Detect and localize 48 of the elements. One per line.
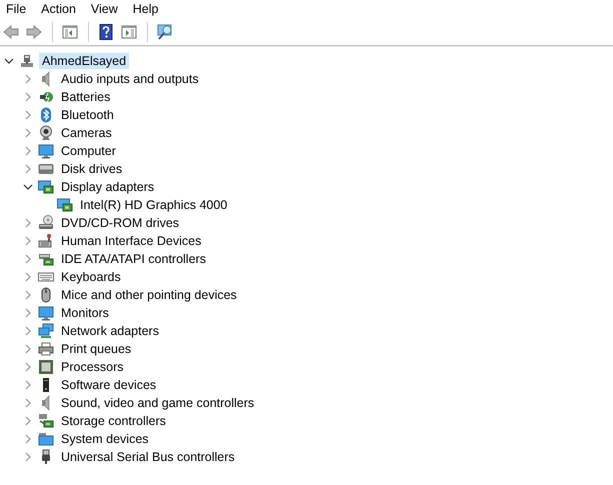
- network-monitors-icon: [38, 323, 54, 339]
- menu-item[interactable]: View: [84, 2, 127, 16]
- action-pane-icon[interactable]: [121, 24, 137, 40]
- tree-item[interactable]: Universal Serial Bus controllers: [58, 449, 238, 465]
- battery-icon: [38, 89, 54, 105]
- tree-item[interactable]: Storage controllers: [58, 413, 169, 429]
- display-card-icon: [57, 197, 73, 213]
- tree-item[interactable]: Network adapters: [58, 323, 162, 339]
- tree-item[interactable]: Audio inputs and outputs: [58, 71, 202, 87]
- processor-icon: [38, 359, 54, 375]
- storage-controller-icon: [38, 413, 54, 429]
- printer-icon: [38, 341, 54, 357]
- disc-drive-icon: [38, 215, 54, 231]
- tree-item[interactable]: Human Interface Devices: [58, 233, 204, 249]
- tree-item[interactable]: Disk drives: [58, 161, 126, 177]
- console-tree-icon[interactable]: [62, 24, 78, 40]
- keyboard-joystick-icon: [38, 233, 54, 249]
- tree-item[interactable]: Intel(R) HD Graphics 4000: [77, 197, 230, 213]
- menu-item[interactable]: File: [0, 2, 36, 16]
- computer-icon: [19, 53, 35, 69]
- tree-item[interactable]: Computer: [58, 143, 119, 159]
- monitor-icon: [38, 305, 54, 321]
- menu-item[interactable]: Help: [126, 2, 168, 16]
- webcam-icon: [38, 125, 54, 141]
- tree-item[interactable]: Bluetooth: [58, 107, 117, 123]
- bluetooth-icon: [38, 107, 54, 123]
- monitor-icon: [38, 143, 54, 159]
- display-card-icon: [38, 179, 54, 195]
- tree-item[interactable]: Cameras: [58, 125, 115, 141]
- tree-item[interactable]: AhmedElsayed: [39, 53, 130, 69]
- tree-item[interactable]: System devices: [58, 431, 152, 447]
- folder-monitor-icon: [38, 431, 54, 447]
- tree-item[interactable]: Processors: [58, 359, 127, 375]
- tree-item[interactable]: Mice and other pointing devices: [58, 287, 240, 303]
- scan-monitor-icon[interactable]: [157, 24, 173, 40]
- tree-item[interactable]: Sound, video and game controllers: [58, 395, 258, 411]
- tree-item[interactable]: Print queues: [58, 341, 134, 357]
- drive-icon: [38, 161, 54, 177]
- tree-item[interactable]: Display adapters: [58, 179, 158, 195]
- tree-item[interactable]: Batteries: [58, 89, 114, 105]
- menu-item[interactable]: Action: [35, 2, 85, 16]
- tree-item[interactable]: Keyboards: [58, 269, 124, 285]
- tree-item[interactable]: Monitors: [58, 305, 112, 321]
- tree-item[interactable]: IDE ATA/ATAPI controllers: [58, 251, 209, 267]
- tree-item[interactable]: Software devices: [58, 377, 160, 393]
- tree-item[interactable]: DVD/CD-ROM drives: [58, 215, 182, 231]
- help-icon[interactable]: [98, 24, 114, 40]
- controller-card-icon: [38, 251, 54, 267]
